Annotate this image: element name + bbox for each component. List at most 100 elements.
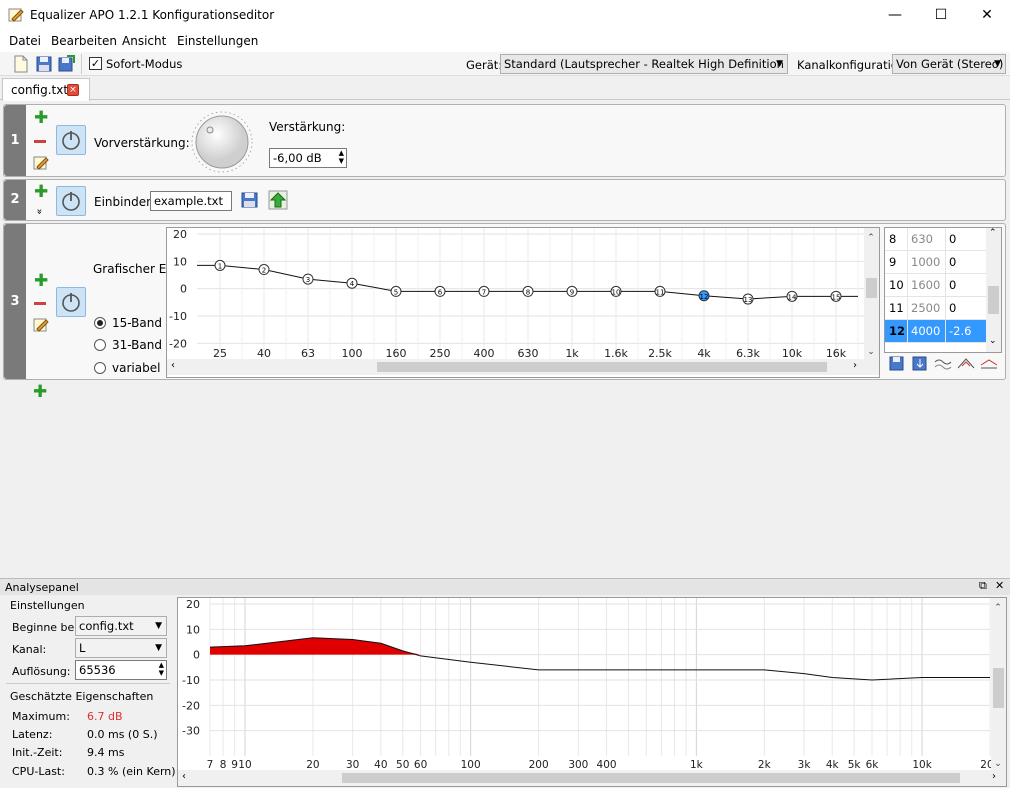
band-gain[interactable]: 0 [949, 251, 956, 273]
table-save-icon[interactable] [888, 356, 906, 372]
power-toggle-button[interactable] [56, 287, 86, 317]
menu-bearbeiten[interactable]: Bearbeiten [51, 34, 117, 48]
save-as-icon[interactable] [57, 55, 75, 73]
band-gain[interactable]: -2.6 [949, 320, 971, 342]
expand-icon[interactable]: » [34, 208, 45, 214]
scroll-left-icon[interactable]: ‹ [171, 360, 175, 371]
eq-table-row[interactable]: 8 630 0 [885, 228, 986, 251]
band-31-radio[interactable] [94, 339, 106, 351]
edit-icon[interactable] [33, 155, 49, 171]
table-import-icon[interactable] [911, 356, 929, 372]
menu-einstellungen[interactable]: Einstellungen [177, 34, 258, 48]
spin-arrows-icon[interactable]: ▲ ▼ [339, 149, 344, 165]
x-tick-label: 16k [826, 347, 847, 359]
maximize-button[interactable]: ☐ [918, 0, 964, 30]
chevron-down-icon: ▼ [155, 643, 162, 653]
include-label: Einbinden: [94, 195, 158, 209]
remove-filter-icon[interactable] [34, 140, 46, 143]
analysis-horizontal-scrollbar[interactable]: ‹ › [178, 770, 1006, 786]
power-toggle-button[interactable] [56, 125, 86, 155]
channel-config-value: Von Gerät (Stereo) [896, 57, 1004, 71]
include-file-input[interactable]: example.txt [150, 191, 232, 211]
spin-arrows-icon[interactable]: ▲ ▼ [159, 661, 164, 677]
gain-knob[interactable] [190, 110, 254, 174]
remove-filter-icon[interactable] [34, 302, 46, 305]
add-filter-icon[interactable]: ✚ [34, 273, 48, 290]
channel-config-select[interactable]: Von Gerät (Stereo) ▼ [892, 54, 1006, 74]
eq-graph-canvas[interactable]: 20100-10-2012524036341005160625074008630… [167, 228, 879, 359]
eq-band-table[interactable]: 8 630 0 9 1000 0 10 1600 0 11 2500 0 12 4000 -2.6 ⌃ ⌄ [884, 227, 1002, 353]
menu-ansicht[interactable]: Ansicht [122, 34, 166, 48]
x-tick-label: 7 [207, 759, 214, 770]
x-tick-label: 40 [257, 347, 271, 359]
x-tick-label: 63 [301, 347, 315, 359]
band-gain[interactable]: 0 [949, 297, 956, 319]
properties-label: Geschätzte Eigenschaften [10, 690, 154, 703]
eq-table-row[interactable]: 10 1600 0 [885, 274, 986, 297]
resolution-spinbox[interactable]: 65536 ▲ ▼ [75, 660, 167, 680]
tab-bar: config.txt × [0, 76, 1010, 101]
eq-table-row[interactable]: 11 2500 0 [885, 297, 986, 320]
tab-close-icon[interactable]: × [67, 84, 79, 96]
eq-horizontal-scrollbar[interactable]: ‹ › [167, 359, 879, 375]
channel-select[interactable]: L ▼ [75, 638, 167, 658]
band-15-radio[interactable] [94, 317, 106, 329]
undock-icon[interactable]: ⧉ [979, 579, 987, 593]
eq-band-number: 3 [306, 276, 310, 284]
invert-response-icon[interactable] [957, 356, 975, 372]
scrollbar-thumb[interactable] [988, 286, 999, 314]
edit-icon[interactable] [33, 317, 49, 333]
gain-spinbox[interactable]: -6,00 dB ▲ ▼ [269, 148, 347, 168]
eq-table-row[interactable]: 9 1000 0 [885, 251, 986, 274]
band-frequency[interactable]: 630 [911, 228, 933, 250]
menu-datei[interactable]: Datei [9, 34, 41, 48]
toolbar: ✓ Sofort-Modus Gerät: Standard (Lautspre… [0, 52, 1010, 76]
band-gain[interactable]: 0 [949, 274, 956, 296]
normalize-icon[interactable] [980, 356, 998, 372]
start-select[interactable]: config.txt ▼ [75, 616, 167, 636]
save-icon[interactable] [35, 55, 53, 73]
scroll-right-icon[interactable]: › [853, 360, 857, 371]
band-gain[interactable]: 0 [949, 228, 956, 250]
x-tick-label: 160 [386, 347, 407, 359]
device-select[interactable]: Standard (Lautsprecher - Realtek High De… [500, 54, 788, 74]
device-value: Standard (Lautsprecher - Realtek High De… [504, 57, 787, 71]
minimize-button[interactable]: — [872, 0, 918, 30]
add-filter-icon[interactable]: ✚ [33, 384, 47, 401]
eq-table-row[interactable]: 12 4000 -2.6 [885, 320, 986, 343]
power-toggle-button[interactable] [56, 186, 86, 216]
analysis-graph-canvas[interactable]: 20100-10-20-307 8 9 10 20 30 40 50 60 100 200 300 40… [178, 598, 1006, 770]
table-vertical-scrollbar[interactable]: ⌃ ⌄ [986, 228, 1001, 352]
band-frequency[interactable]: 1600 [911, 274, 940, 296]
tab-config[interactable]: config.txt × [2, 78, 90, 101]
new-file-icon[interactable] [12, 55, 30, 73]
analysis-graph[interactable]: 20 10 0 -10 -20 -30 7 8 9 10 20 30 40 50 60 100 200 300 40… [177, 597, 1007, 787]
flatten-icon[interactable] [934, 356, 952, 372]
eq-graph[interactable]: 20 10 0 -10 -20 1 25 2 40 3 63 4 100 5 160 6 250 7 400 8 630… [166, 227, 880, 378]
close-button[interactable]: ✕ [964, 0, 1010, 30]
scrollbar-thumb[interactable] [377, 362, 827, 372]
column-divider [945, 320, 946, 343]
scroll-down-icon[interactable]: ⌄ [989, 336, 997, 346]
chevron-down-icon: ▼ [155, 621, 162, 631]
x-tick-label: 40 [374, 759, 387, 770]
settings-label: Einstellungen [10, 599, 85, 612]
band-frequency[interactable]: 2500 [911, 297, 940, 319]
scroll-left-icon[interactable]: ‹ [182, 771, 186, 782]
add-filter-icon[interactable]: ✚ [34, 110, 48, 127]
band-frequency[interactable]: 1000 [911, 251, 940, 273]
instant-mode-checkbox[interactable]: ✓ [89, 57, 102, 70]
add-filter-icon[interactable]: ✚ [34, 184, 48, 201]
band-frequency[interactable]: 4000 [911, 320, 940, 342]
scroll-up-icon[interactable]: ⌃ [989, 228, 997, 238]
goto-file-icon[interactable] [268, 190, 288, 210]
panel-number: 2 [4, 180, 26, 220]
open-file-icon[interactable] [240, 190, 260, 210]
x-tick-label: 630 [518, 347, 539, 359]
close-panel-icon[interactable]: ✕ [995, 579, 1004, 592]
scrollbar-thumb [993, 668, 1004, 708]
scrollbar-thumb[interactable] [342, 773, 960, 783]
variable-radio[interactable] [94, 362, 106, 374]
latency-value: 0.0 ms (0 S.) [87, 728, 158, 741]
scroll-right-icon[interactable]: › [992, 771, 996, 782]
